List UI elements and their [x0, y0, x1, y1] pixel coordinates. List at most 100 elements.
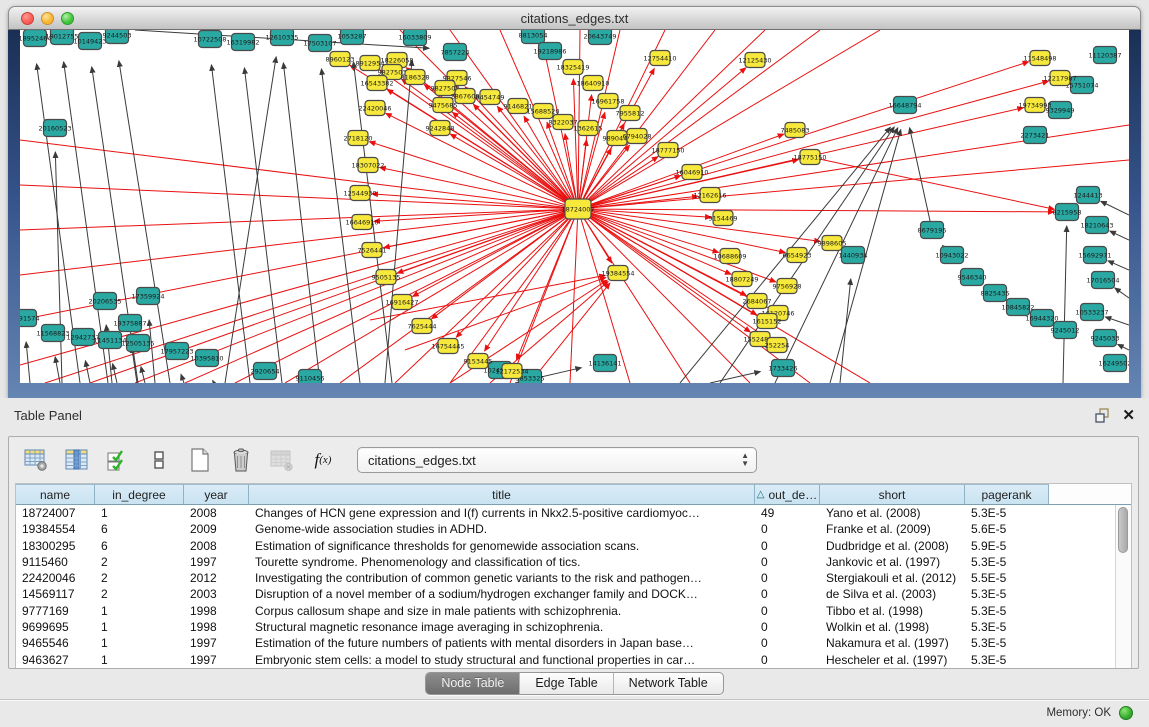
column-header-out_de[interactable]: △out_de… [755, 484, 820, 505]
table-row[interactable]: 2242004622012Investigating the contribut… [16, 570, 1131, 586]
memory-status-indicator[interactable] [1119, 706, 1133, 720]
tab-edge-table[interactable]: Edge Table [520, 673, 613, 694]
function-builder-icon[interactable]: f(x) [308, 445, 338, 475]
table-cell[interactable]: 1 [95, 505, 184, 521]
citation-edge-black[interactable] [1063, 226, 1067, 383]
citation-edge-black[interactable] [149, 320, 155, 383]
table-cell[interactable]: 2008 [184, 505, 249, 521]
table-cell[interactable]: 6 [95, 538, 184, 554]
table-cell[interactable]: 22420046 [16, 570, 95, 586]
column-header-short[interactable]: short [820, 484, 965, 505]
column-header-year[interactable]: year [184, 484, 249, 505]
table-cell[interactable]: Estimation of the future numbers of pati… [249, 635, 755, 651]
citation-edge-black[interactable] [283, 63, 320, 383]
table-cell[interactable]: 5.3E-5 [965, 603, 1049, 619]
table-cell[interactable]: Embryonic stem cells: a model to study s… [249, 652, 755, 668]
citation-edge-black[interactable] [132, 347, 137, 383]
table-cell[interactable]: de Silva et al. (2003) [820, 586, 965, 602]
table-cell[interactable]: 0 [755, 554, 820, 570]
table-row[interactable]: 911546021997Tourette syndrome. Phenomeno… [16, 554, 1131, 570]
network-window-titlebar[interactable]: citations_edges.txt [8, 6, 1141, 30]
table-cell[interactable]: 0 [755, 538, 820, 554]
citation-edge-black[interactable] [1105, 317, 1129, 325]
table-row[interactable]: 946362711997Embryonic stem cells: a mode… [16, 652, 1131, 668]
table-cell[interactable]: 0 [755, 586, 820, 602]
column-header-pagerank[interactable]: pagerank [965, 484, 1049, 505]
table-cell[interactable]: 2009 [184, 521, 249, 537]
citation-edge-red[interactable] [578, 30, 580, 209]
table-cell[interactable]: Corpus callosum shape and size in male p… [249, 603, 755, 619]
table-cell[interactable]: Stergiakouli et al. (2012) [820, 570, 965, 586]
table-vertical-scrollbar[interactable] [1115, 505, 1131, 668]
citation-edge-red[interactable] [20, 209, 578, 230]
table-cell[interactable]: Tibbo et al. (1998) [820, 603, 965, 619]
table-cell[interactable]: 5.9E-5 [965, 538, 1049, 554]
delete-table-icon[interactable] [226, 445, 256, 475]
table-row[interactable]: 977716911998Corpus callosum shape and si… [16, 603, 1131, 619]
table-row[interactable]: 969969511998Structural magnetic resonanc… [16, 619, 1131, 635]
table-cell[interactable]: Changes of HCN gene expression and I(f) … [249, 505, 755, 521]
table-cell[interactable]: 1 [95, 652, 184, 668]
table-cell[interactable]: Wolkin et al. (1998) [820, 619, 965, 635]
citation-edge-red[interactable] [578, 209, 1054, 212]
citation-edge-red[interactable] [578, 81, 1048, 209]
table-cell[interactable]: 5.3E-5 [965, 505, 1049, 521]
table-selector-dropdown[interactable]: citations_edges.txt ▲▼ [357, 447, 757, 473]
table-cell[interactable]: 1998 [184, 619, 249, 635]
table-settings-icon[interactable] [21, 445, 51, 475]
table-cell[interactable]: Franke et al. (2009) [820, 521, 965, 537]
table-cell[interactable]: 2 [95, 570, 184, 586]
table-cell[interactable]: 9463627 [16, 652, 95, 668]
table-cell[interactable]: 2008 [184, 538, 249, 554]
citation-edge-red[interactable] [285, 209, 578, 383]
column-header-name[interactable]: name [16, 484, 95, 505]
float-panel-icon[interactable] [1094, 407, 1110, 423]
citation-edge-black[interactable] [213, 381, 214, 383]
citation-edge-black[interactable] [211, 65, 250, 383]
table-cell[interactable]: 0 [755, 635, 820, 651]
citation-edge-black[interactable] [85, 361, 90, 383]
table-cell[interactable]: Structural magnetic resonance image aver… [249, 619, 755, 635]
table-cell[interactable]: 5.3E-5 [965, 586, 1049, 602]
table-cell[interactable]: 1997 [184, 554, 249, 570]
citation-edge-black[interactable] [225, 57, 276, 383]
citation-edge-black[interactable] [1108, 261, 1129, 270]
table-cell[interactable]: Dudbridge et al. (2008) [820, 538, 965, 554]
table-cell[interactable]: 1998 [184, 603, 249, 619]
table-cell[interactable]: Investigating the contribution of common… [249, 570, 755, 586]
tab-network-table[interactable]: Network Table [614, 673, 723, 694]
citation-edge-red[interactable] [810, 157, 1054, 209]
table-cell[interactable]: 9465546 [16, 635, 95, 651]
new-table-icon[interactable] [185, 445, 215, 475]
table-cell[interactable]: 2 [95, 554, 184, 570]
citation-edge-black[interactable] [710, 372, 760, 383]
citation-network-graph[interactable]: 1895246419012755101494239244503107225081… [20, 30, 1129, 383]
table-cell[interactable]: Estimation of significance thresholds fo… [249, 538, 755, 554]
row-height-icon[interactable] [144, 445, 174, 475]
table-cell[interactable]: Nakamura et al. (1997) [820, 635, 965, 651]
table-cell[interactable]: 1997 [184, 652, 249, 668]
citation-edge-black[interactable] [1110, 231, 1129, 240]
table-cell[interactable]: 0 [755, 652, 820, 668]
citation-edge-black[interactable] [181, 374, 184, 383]
table-cell[interactable]: Yano et al. (2008) [820, 505, 965, 521]
citation-edge-black[interactable] [840, 279, 851, 383]
table-cell[interactable]: 0 [755, 619, 820, 635]
table-cell[interactable]: 1997 [184, 635, 249, 651]
close-panel-icon[interactable]: ✕ [1122, 408, 1135, 423]
table-cell[interactable]: 49 [755, 505, 820, 521]
table-cell[interactable]: 0 [755, 521, 820, 537]
table-cell[interactable]: 1 [95, 619, 184, 635]
table-cell[interactable]: 5.3E-5 [965, 554, 1049, 570]
table-cell[interactable]: Tourette syndrome. Phenomenology and cla… [249, 554, 755, 570]
network-window[interactable]: citations_edges.txt 18952464190127551014… [8, 6, 1141, 398]
table-row[interactable]: 946554611997Estimation of the future num… [16, 635, 1131, 651]
table-cell[interactable]: 0 [755, 570, 820, 586]
network-graph-canvas[interactable]: 1895246419012755101494239244503107225081… [20, 30, 1129, 383]
table-cell[interactable]: Hescheler et al. (1997) [820, 652, 965, 668]
table-cell[interactable]: 19384554 [16, 521, 95, 537]
table-cell[interactable]: 18724007 [16, 505, 95, 521]
table-cell[interactable]: Disruption of a novel member of a sodium… [249, 586, 755, 602]
table-cell[interactable]: 2012 [184, 570, 249, 586]
column-header-in_degree[interactable]: in_degree [95, 484, 184, 505]
